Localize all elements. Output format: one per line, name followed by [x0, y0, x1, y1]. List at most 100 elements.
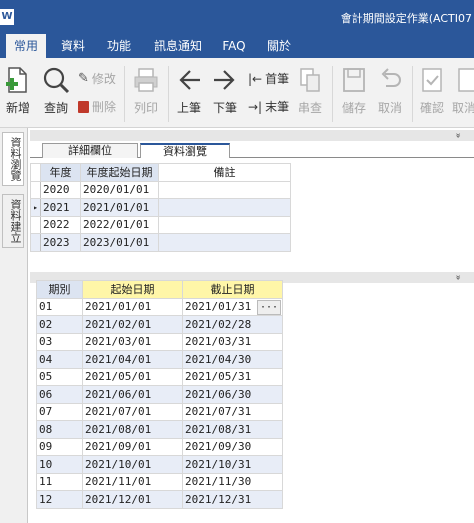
- cell-year[interactable]: 2021: [40, 198, 81, 217]
- cell-period[interactable]: 11: [36, 472, 83, 491]
- cell-period[interactable]: 12: [36, 490, 83, 509]
- table-row[interactable]: 01 2021/01/01 2021/01/31 ···: [36, 297, 283, 316]
- cell-start-date[interactable]: 2021/01/01: [80, 198, 159, 217]
- print-button[interactable]: 列印: [130, 66, 162, 116]
- cell-end-date[interactable]: 2021/03/31: [182, 332, 283, 351]
- delete-button[interactable]: 刪除: [78, 98, 116, 115]
- cell-end-date[interactable]: 2021/04/30: [182, 350, 283, 369]
- cell-end-date[interactable]: 2021/11/30: [182, 472, 283, 491]
- cell-end-date[interactable]: 2021/05/31: [182, 367, 283, 386]
- column-header-end-date[interactable]: 截止日期: [182, 280, 283, 299]
- menu-tab-about[interactable]: 關於: [260, 34, 298, 58]
- cell-start-date[interactable]: 2021/04/01: [82, 350, 183, 369]
- cell-note[interactable]: [158, 215, 291, 234]
- cell-start-date[interactable]: 2021/05/01: [82, 367, 183, 386]
- table-row[interactable]: 2022 2022/01/01: [30, 215, 291, 234]
- cell-start-date[interactable]: 2021/02/01: [82, 315, 183, 334]
- first-record-button[interactable]: |← 首筆: [248, 70, 289, 87]
- cell-start-date[interactable]: 2021/10/01: [82, 455, 183, 474]
- title-bar: W 會計期間設定作業(ACTI07: [0, 0, 474, 34]
- cell-start-date[interactable]: 2021/03/01: [82, 332, 183, 351]
- cell-period[interactable]: 02: [36, 315, 83, 334]
- table-row[interactable]: 06 2021/06/01 2021/06/30: [36, 385, 283, 404]
- table-row[interactable]: 10 2021/10/01 2021/10/31: [36, 455, 283, 474]
- table-row[interactable]: 02 2021/02/01 2021/02/28: [36, 315, 283, 334]
- table-row[interactable]: 04 2021/04/01 2021/04/30: [36, 350, 283, 369]
- cell-period[interactable]: 08: [36, 420, 83, 439]
- query-button[interactable]: 查詢: [40, 66, 72, 116]
- column-header-period[interactable]: 期別: [36, 280, 83, 299]
- side-tab-browse[interactable]: 資料瀏覽: [2, 132, 24, 186]
- ellipsis-button[interactable]: ···: [256, 299, 281, 315]
- cell-period[interactable]: 04: [36, 350, 83, 369]
- cell-end-date[interactable]: 2021/10/31: [182, 455, 283, 474]
- cell-period[interactable]: 06: [36, 385, 83, 404]
- cell-note[interactable]: [158, 180, 291, 199]
- cell-end-date[interactable]: 2021/01/31 ···: [182, 297, 283, 316]
- cell-start-date[interactable]: 2021/12/01: [82, 490, 183, 509]
- menu-tab-data[interactable]: 資料: [54, 34, 92, 58]
- cell-note[interactable]: [158, 233, 291, 252]
- cell-period[interactable]: 05: [36, 367, 83, 386]
- string-query-button[interactable]: 串查: [294, 66, 326, 116]
- save-button[interactable]: 儲存: [338, 66, 370, 116]
- cell-note-selected[interactable]: [158, 198, 291, 217]
- table-row[interactable]: 2020 2020/01/01: [30, 180, 291, 199]
- column-header-year[interactable]: 年度: [40, 163, 81, 182]
- edit-button[interactable]: ✎ 修改: [78, 70, 116, 87]
- column-header-start-date[interactable]: 起始日期: [82, 280, 183, 299]
- checklist-icon: [422, 68, 442, 92]
- cell-end-date[interactable]: 2021/02/28: [182, 315, 283, 334]
- collapse-bar-upper[interactable]: »: [30, 130, 474, 141]
- cell-start-date[interactable]: 2021/08/01: [82, 420, 183, 439]
- cell-period[interactable]: 07: [36, 402, 83, 421]
- cell-end-date[interactable]: 2021/06/30: [182, 385, 283, 404]
- menu-tab-faq[interactable]: FAQ: [216, 34, 252, 58]
- cancel-button[interactable]: 取消: [374, 66, 406, 116]
- table-row-selected[interactable]: ▸ 2021 2021/01/01: [30, 198, 291, 217]
- cell-start-date[interactable]: 2021/06/01: [82, 385, 183, 404]
- cell-end-date[interactable]: 2021/08/31: [182, 420, 283, 439]
- table-row[interactable]: 11 2021/11/01 2021/11/30: [36, 472, 283, 491]
- cell-start-date[interactable]: 2021/09/01: [82, 437, 183, 456]
- table-row[interactable]: 2023 2023/01/01: [30, 233, 291, 252]
- tab-detail-fields[interactable]: 詳細欄位: [42, 143, 138, 158]
- cell-end-date[interactable]: 2021/07/31: [182, 402, 283, 421]
- cell-start-date[interactable]: 2022/01/01: [80, 215, 159, 234]
- table-row[interactable]: 12 2021/12/01 2021/12/31: [36, 490, 283, 509]
- table-row[interactable]: 03 2021/03/01 2021/03/31: [36, 332, 283, 351]
- side-tab-create[interactable]: 資料建立: [2, 194, 24, 248]
- cell-start-date[interactable]: 2021/11/01: [82, 472, 183, 491]
- table-row[interactable]: 09 2021/09/01 2021/09/30: [36, 437, 283, 456]
- cancel-confirm-button[interactable]: 取消: [452, 66, 474, 116]
- fiscal-year-grid: 年度 年度起始日期 備註 2020 2020/01/01 ▸ 2021 2021…: [30, 163, 291, 252]
- cell-start-date[interactable]: 2023/01/01: [80, 233, 159, 252]
- cell-period[interactable]: 10: [36, 455, 83, 474]
- cell-end-date[interactable]: 2021/12/31: [182, 490, 283, 509]
- column-header-note[interactable]: 備註: [158, 163, 291, 182]
- table-row[interactable]: 05 2021/05/01 2021/05/31: [36, 367, 283, 386]
- cell-start-date[interactable]: 2021/01/01: [82, 297, 183, 316]
- cell-start-date[interactable]: 2021/07/01: [82, 402, 183, 421]
- tab-data-browse[interactable]: 資料瀏覽: [140, 143, 230, 158]
- confirm-button[interactable]: 確認: [416, 66, 448, 116]
- cell-year[interactable]: 2020: [40, 180, 81, 199]
- menu-tab-notifications[interactable]: 訊息通知: [148, 34, 208, 58]
- last-record-button[interactable]: →| 末筆: [248, 98, 289, 115]
- cell-end-date[interactable]: 2021/09/30: [182, 437, 283, 456]
- cell-period[interactable]: 01: [36, 297, 83, 316]
- next-record-button[interactable]: 下筆: [210, 66, 240, 116]
- cell-period[interactable]: 03: [36, 332, 83, 351]
- menu-tab-function[interactable]: 功能: [100, 34, 138, 58]
- cancel-label: 取消: [377, 101, 402, 115]
- column-header-start-date[interactable]: 年度起始日期: [80, 163, 159, 182]
- menu-tab-home[interactable]: 常用: [6, 34, 46, 58]
- table-row[interactable]: 08 2021/08/01 2021/08/31: [36, 420, 283, 439]
- new-button[interactable]: 新增: [4, 66, 32, 116]
- cell-year[interactable]: 2022: [40, 215, 81, 234]
- cell-year[interactable]: 2023: [40, 233, 81, 252]
- table-row[interactable]: 07 2021/07/01 2021/07/31: [36, 402, 283, 421]
- cell-start-date[interactable]: 2020/01/01: [80, 180, 159, 199]
- previous-record-button[interactable]: 上筆: [174, 66, 204, 116]
- cell-period[interactable]: 09: [36, 437, 83, 456]
